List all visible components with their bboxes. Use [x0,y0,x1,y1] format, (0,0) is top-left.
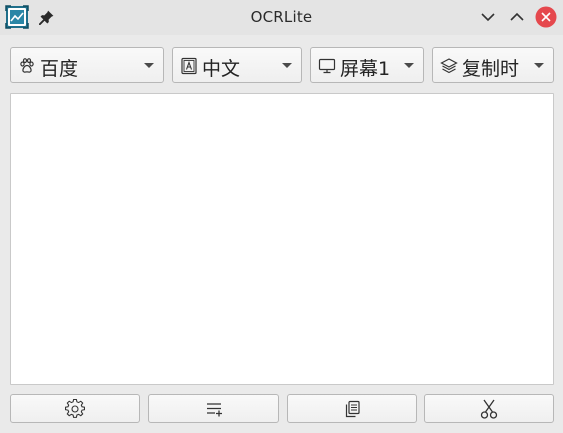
copy-icon [345,400,360,417]
append-list-icon [206,402,222,416]
scissors-icon [480,399,498,419]
action-bar [0,388,563,433]
minimize-icon[interactable] [477,6,499,28]
title-bar[interactable]: OCRLite [0,0,563,35]
gear-icon [65,398,85,418]
ocr-engine-label: 百度 [40,58,79,80]
cut-button[interactable] [424,394,554,423]
toolbar: 百度 中文 屏幕1 复制时 [0,35,563,91]
monitor-icon [318,58,336,74]
language-label: 中文 [202,58,241,80]
copy-mode-label: 复制时 [462,58,520,80]
chevron-down-icon [282,63,292,68]
chevron-down-icon [404,63,414,68]
settings-button[interactable] [10,394,140,423]
screen-label: 屏幕1 [340,58,391,80]
copy-mode-select[interactable]: 复制时 [432,47,554,83]
ocr-result-textarea[interactable] [10,93,554,385]
ocrlite-window: OCRLite 百度 中文 屏幕1 复制时 [0,0,563,433]
text-page-icon [181,57,197,75]
layers-icon [440,58,458,74]
chevron-down-icon [144,63,154,68]
maximize-icon[interactable] [506,6,528,28]
screen-select[interactable]: 屏幕1 [310,47,424,83]
language-select[interactable]: 中文 [172,47,302,83]
chevron-down-icon [534,63,544,68]
copy-button[interactable] [287,394,417,423]
append-button[interactable] [148,394,279,423]
ocr-engine-select[interactable]: 百度 [10,47,164,83]
close-icon[interactable] [535,6,557,28]
paw-icon [20,58,34,73]
